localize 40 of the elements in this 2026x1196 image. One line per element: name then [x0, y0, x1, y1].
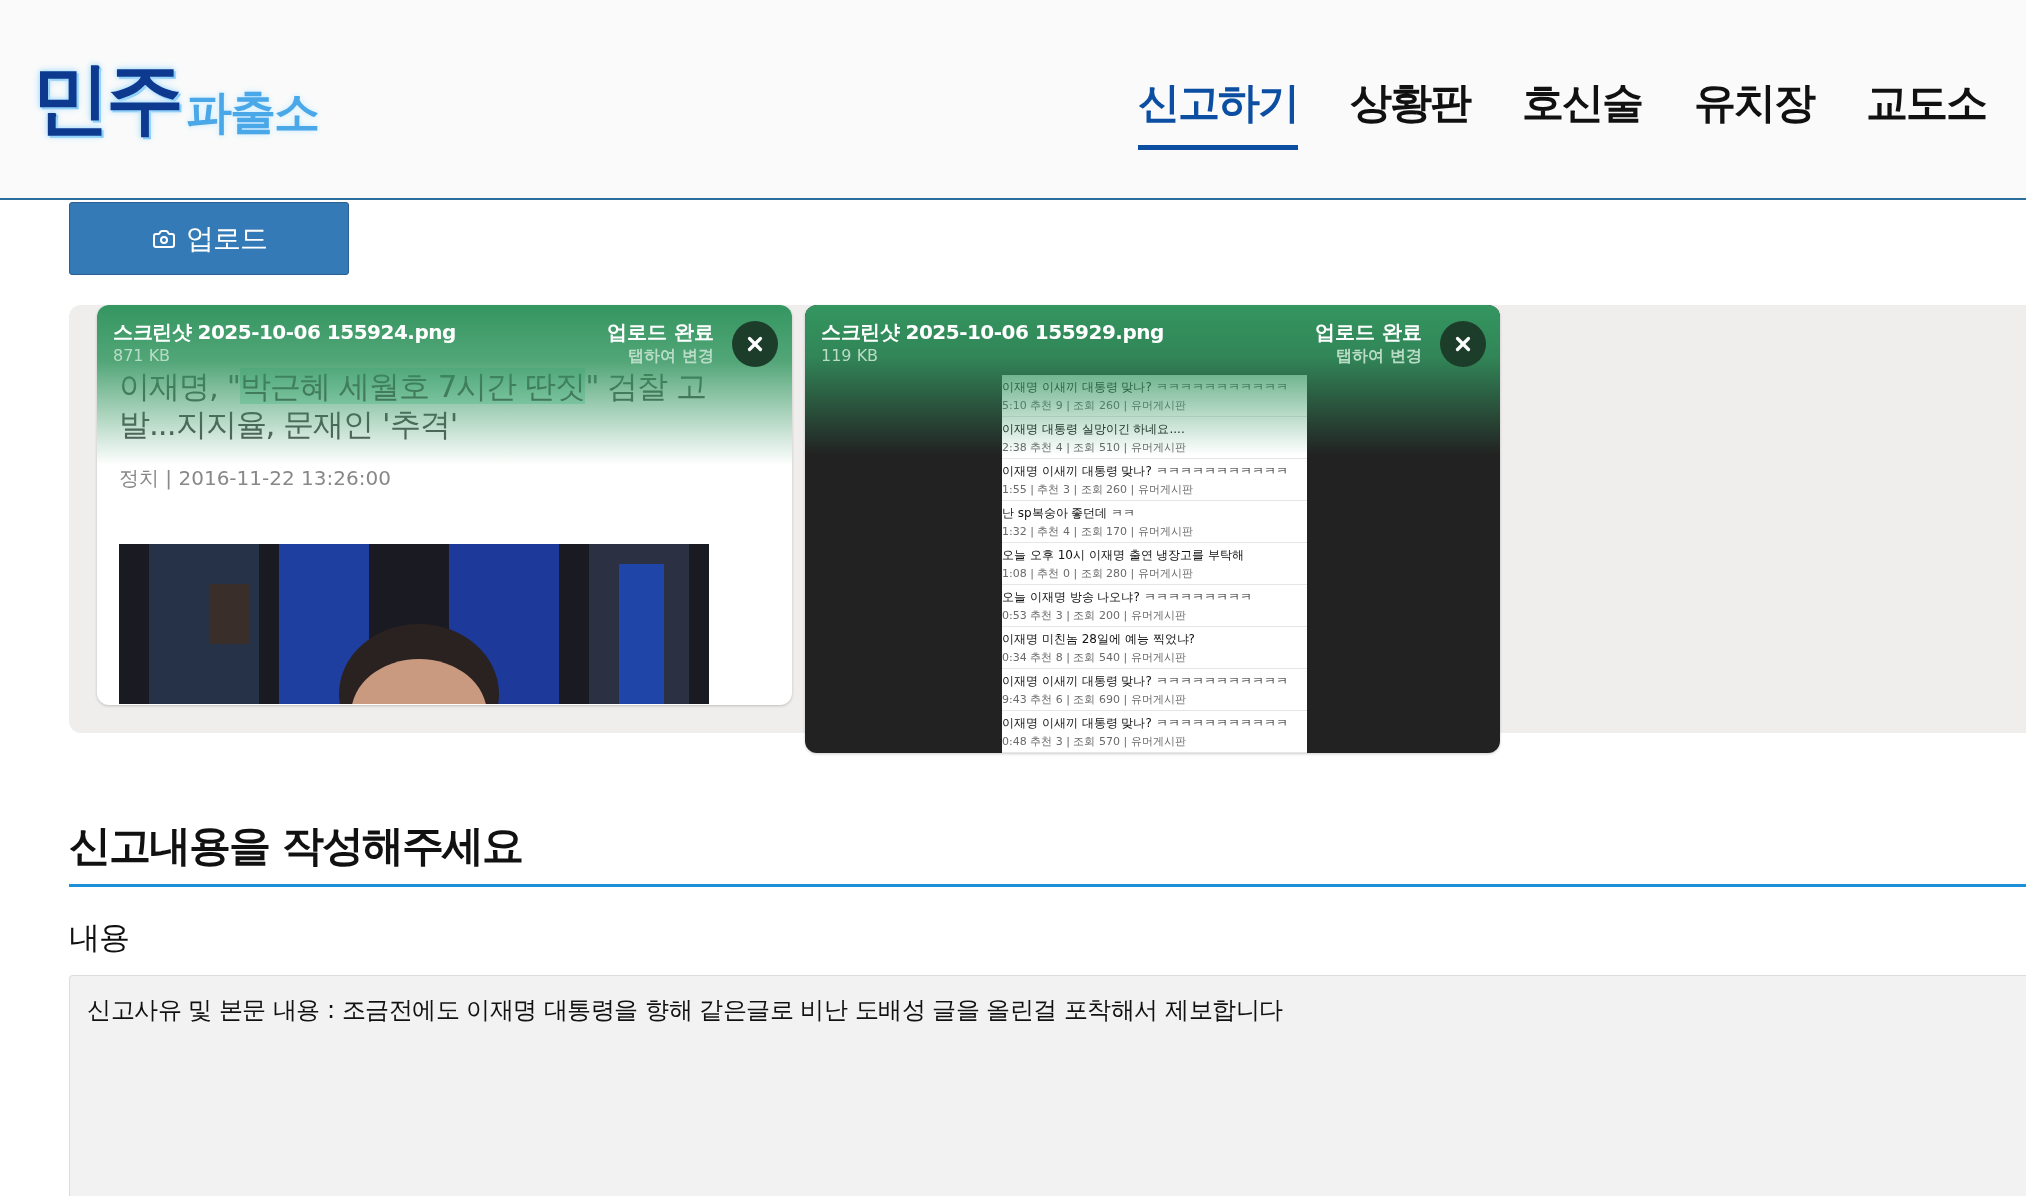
post-title: 오늘 이재명 방송 나오냐? ㅋㅋㅋㅋㅋㅋㅋㅋㅋ [1002, 588, 1253, 606]
post-meta: 1:08 | 추천 0 | 조회 280 | 유머게시판 [1002, 565, 1194, 581]
post-title: 이재명 이새끼 대통령 맞나? ㅋㅋㅋㅋㅋㅋㅋㅋㅋㅋㅋ [1002, 714, 1289, 732]
close-button[interactable] [1440, 321, 1486, 367]
file-size: 119 KB [821, 346, 880, 365]
post-meta: 0:48 추천 3 | 조회 570 | 유머게시판 [1002, 733, 1187, 749]
post-meta: 0:53 추천 3 | 조회 200 | 유머게시판 [1002, 607, 1187, 623]
logo-subtext: 파출소 [186, 83, 318, 141]
content-field[interactable]: 신고사유 및 본문 내용 : 조금전에도 이재명 대통령을 향해 같은글로 비난 도배성 글을 올린걸 포착해서 제보합니다 [69, 975, 2026, 1196]
post-title: 오늘 오후 10시 이재명 출연 냉장고를 부탁해 [1002, 546, 1246, 564]
file-name: 스크린샷 2025-10-06 155924.png [113, 319, 456, 346]
upload-status: 업로드 완료 [607, 319, 714, 346]
upload-status: 업로드 완료 [1315, 319, 1422, 346]
file-size: 871 KB [113, 346, 172, 365]
nav-tab[interactable]: 유치장 [1694, 58, 1814, 150]
nav-tab[interactable]: 호신술 [1522, 58, 1642, 150]
post-title: 난 sp복숭아 좋던데 ㅋㅋ [1002, 504, 1137, 522]
post-meta: 1:55 | 추천 3 | 조회 260 | 유머게시판 [1002, 481, 1194, 497]
upload-preview[interactable] [805, 305, 1500, 753]
post-title: 이재명 대통령 실망이긴 하네요.... [1002, 420, 1186, 438]
section-title: 신고내용을 작성해주세요 [69, 818, 2026, 887]
post-title: 이재명 이새끼 대통령 맞나? ㅋㅋㅋㅋㅋㅋㅋㅋㅋㅋㅋ [1002, 462, 1289, 480]
post-meta: 5:10 추천 9 | 조회 260 | 유머게시판 [1002, 397, 1187, 413]
nav-tab[interactable]: 신고하기 [1138, 58, 1298, 150]
post-title: 이재명 미친놈 28일에 예능 찍었냐? [1002, 630, 1196, 648]
article-title: 이재명, "박근혜 세월호 7시간 딴짓" 검찰 고발...지지율, 문재인 '추격' [119, 367, 708, 443]
change-hint: 탭하여 변경 [1336, 346, 1422, 367]
nav-tab[interactable]: 상황판 [1350, 58, 1470, 150]
logo-text: 민주 [32, 51, 180, 145]
post-title: 이재명 이새끼 대통령 맞나? ㅋㅋㅋㅋㅋㅋㅋㅋㅋㅋㅋ [1002, 672, 1289, 690]
upload-button[interactable]: 업로드 [69, 202, 349, 275]
change-hint: 탭하여 변경 [628, 346, 714, 367]
post-meta: 0:34 추천 8 | 조회 540 | 유머게시판 [1002, 649, 1187, 665]
post-meta: 9:43 추천 6 | 조회 690 | 유머게시판 [1002, 691, 1187, 707]
post-meta: 1:32 | 추천 4 | 조회 170 | 유머게시판 [1002, 523, 1194, 539]
close-button[interactable] [732, 321, 778, 367]
nav-tab[interactable]: 교도소 [1866, 58, 1986, 150]
post-meta: 2:38 추천 4 | 조회 510 | 유머게시판 [1002, 439, 1187, 455]
field-label: 내용 [69, 918, 130, 957]
file-name: 스크린샷 2025-10-06 155929.png [821, 319, 1164, 346]
